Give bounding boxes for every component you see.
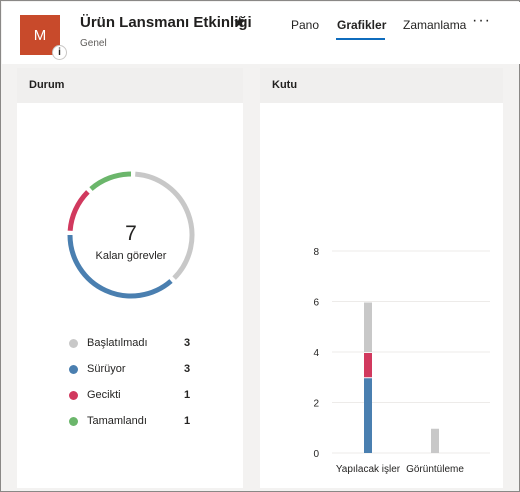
donut-segment-4[interactable]	[89, 171, 132, 191]
remaining-count: 7	[125, 222, 137, 245]
more-options-icon[interactable]: ···	[472, 12, 491, 30]
y-tick-label: 0	[313, 449, 319, 460]
bar-segment-1-1[interactable]	[364, 378, 372, 453]
bucket-card-title: Kutu	[260, 68, 503, 103]
legend-count: 3	[184, 337, 191, 349]
donut-segment-1[interactable]	[135, 171, 195, 280]
legend-item-late: Gecikti 1	[69, 389, 209, 403]
bar-segment-1-2[interactable]	[364, 353, 372, 378]
info-icon[interactable]: i	[52, 45, 67, 60]
legend-label: Gecikti	[87, 389, 121, 401]
active-tab-indicator	[336, 38, 385, 40]
y-tick-label: 8	[313, 247, 319, 258]
legend-count: 1	[184, 389, 191, 401]
remaining-label: Kalan görevler	[96, 250, 167, 262]
status-donut-chart: 7 Kalan görevler	[67, 171, 195, 299]
status-card: Durum 7 Kalan görevler Başlatılmadı 3 Sü…	[17, 68, 243, 488]
tab-zamanlama[interactable]: Zamanlama	[403, 18, 466, 32]
legend-label: Sürüyor	[87, 363, 126, 375]
plan-title: Ürün Lansmanı Etkinliği	[80, 14, 252, 31]
legend-item-completed: Tamamlandı 1	[69, 415, 209, 429]
legend-dot	[69, 365, 78, 374]
y-tick-label: 4	[313, 348, 319, 359]
bar-segment-2-3[interactable]	[431, 428, 439, 453]
favorite-star-icon[interactable]: ★	[233, 13, 246, 31]
y-tick-label: 2	[313, 399, 319, 410]
x-category-label: Yapılacak işler	[336, 464, 401, 475]
legend-item-in-progress: Sürüyor 3	[69, 363, 209, 377]
tab-grafikler[interactable]: Grafikler	[337, 18, 386, 32]
legend-dot	[69, 417, 78, 426]
legend-item-not-started: Başlatılmadı 3	[69, 337, 209, 351]
donut-segment-3[interactable]	[67, 190, 90, 232]
plan-header: M i Ürün Lansmanı Etkinliği ★ Genel Pano…	[2, 2, 520, 64]
x-category-label: Görüntüleme	[406, 464, 464, 475]
y-tick-label: 6	[313, 298, 319, 309]
legend-label: Tamamlandı	[87, 415, 147, 427]
legend-count: 1	[184, 415, 191, 427]
bucket-card: Kutu 0 2 4 6 8 Yapılacak işler Görüntüleme	[260, 68, 503, 488]
legend-count: 3	[184, 363, 191, 375]
legend-dot	[69, 391, 78, 400]
legend-label: Başlatılmadı	[87, 337, 148, 349]
legend-dot	[69, 339, 78, 348]
plan-group-label: Genel	[80, 38, 107, 49]
tab-pano[interactable]: Pano	[291, 18, 319, 32]
bar-segment-1-3[interactable]	[364, 302, 372, 353]
app-frame: M i Ürün Lansmanı Etkinliği ★ Genel Pano…	[0, 0, 520, 492]
bucket-bar-chart: 0 2 4 6 8 Yapılacak işler Görüntüleme	[313, 247, 490, 475]
donut-segment-2[interactable]	[67, 234, 173, 299]
status-card-title: Durum	[17, 68, 243, 103]
